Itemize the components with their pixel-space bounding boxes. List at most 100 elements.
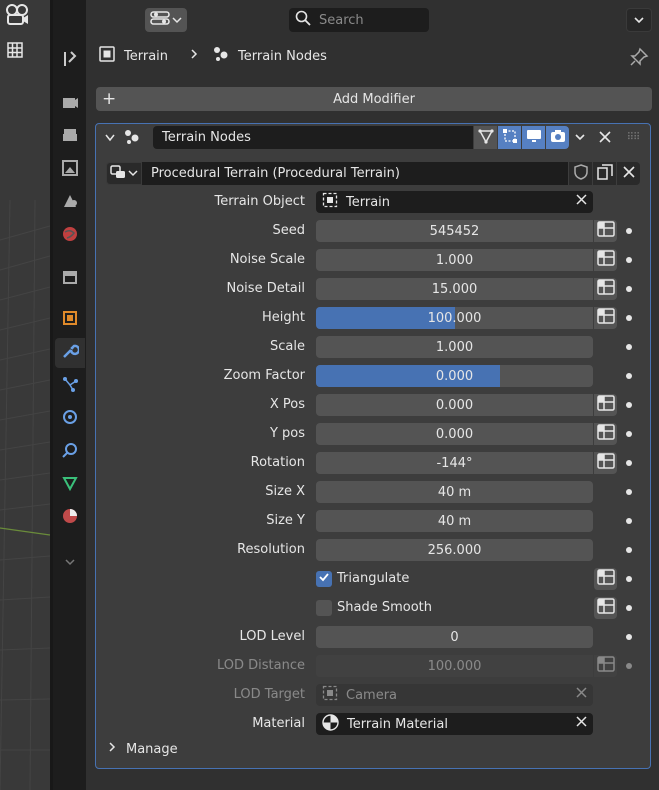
triangulate-label[interactable]: Triangulate [337, 568, 409, 590]
row-scale: Scale 1.000 [96, 336, 650, 358]
terrain-object-field[interactable]: Terrain [316, 191, 593, 213]
attribute-toggle-button[interactable] [593, 394, 617, 416]
rotation-field[interactable]: -144° [316, 452, 593, 474]
drag-handle-icon[interactable]: ⠿⠿ [622, 126, 644, 149]
physics-icon [61, 408, 79, 430]
fake-user-button[interactable] [568, 162, 592, 185]
tab-more[interactable] [55, 548, 85, 578]
keyframe-dot[interactable] [626, 431, 632, 437]
plus-icon: + [102, 89, 117, 109]
attribute-toggle-button[interactable] [593, 423, 617, 445]
keyframe-dot[interactable] [626, 402, 632, 408]
spreadsheet-icon [596, 221, 615, 241]
zoom-factor-slider[interactable]: 0.000 [316, 365, 593, 387]
attribute-toggle-button[interactable] [593, 452, 617, 474]
manage-label: Manage [126, 741, 178, 757]
triangulate-checkbox[interactable] [316, 571, 332, 587]
tab-tool[interactable] [55, 46, 85, 76]
y-pos-field[interactable]: 0.000 [316, 423, 593, 445]
attribute-toggle-button[interactable] [593, 220, 617, 242]
clear-icon[interactable] [576, 715, 587, 731]
row-noise-scale: Noise Scale 1.000 [96, 249, 650, 271]
attribute-toggle-button[interactable] [593, 307, 617, 329]
scale-field[interactable]: 1.000 [316, 336, 593, 358]
keyframe-dot[interactable] [626, 518, 632, 524]
attribute-toggle-button[interactable] [593, 249, 617, 271]
tab-world[interactable] [55, 221, 85, 251]
tab-modifiers[interactable] [55, 338, 85, 368]
keyframe-dot[interactable] [626, 286, 632, 292]
modifier-name-field[interactable]: Terrain Nodes [153, 126, 473, 149]
camera-view-icon[interactable] [4, 2, 38, 34]
pin-icon[interactable] [629, 47, 649, 71]
attribute-toggle-button[interactable] [593, 278, 617, 300]
keyframe-dot[interactable] [626, 257, 632, 263]
x-pos-field[interactable]: 0.000 [316, 394, 593, 416]
chevron-down-icon [574, 130, 586, 145]
viewport-toggle[interactable] [521, 126, 545, 149]
node-group-name-field[interactable]: Procedural Terrain (Procedural Terrain) [142, 162, 568, 185]
lod-level-field[interactable]: 0 [316, 626, 593, 648]
seed-field[interactable]: 545452 [316, 220, 593, 242]
monitor-icon [526, 128, 542, 148]
edit-mode-cage-toggle[interactable] [473, 126, 497, 149]
options-dropdown[interactable] [626, 8, 652, 32]
attribute-toggle-button[interactable] [593, 568, 617, 590]
keyframe-dot[interactable] [626, 460, 632, 466]
editor-type-selector[interactable] [145, 8, 187, 32]
resolution-field[interactable]: 256.000 [316, 539, 593, 561]
material-field[interactable]: Terrain Material [316, 713, 593, 735]
size-y-field[interactable]: 40 m [316, 510, 593, 532]
shade-smooth-label[interactable]: Shade Smooth [337, 597, 432, 619]
clear-icon[interactable] [576, 193, 587, 209]
tab-output[interactable] [55, 122, 85, 152]
tab-particles[interactable] [55, 371, 85, 401]
tab-render[interactable] [55, 89, 85, 119]
size-x-field[interactable]: 40 m [316, 481, 593, 503]
viewport-strip[interactable] [0, 0, 50, 790]
keyframe-dot[interactable] [626, 634, 632, 640]
collection-icon [61, 268, 79, 290]
duplicate-button[interactable] [592, 162, 616, 185]
tab-scene[interactable] [55, 188, 85, 218]
copy-icon [596, 163, 613, 184]
keyframe-dot[interactable] [626, 373, 632, 379]
grid-toggle-icon[interactable] [4, 39, 38, 71]
spreadsheet-icon [596, 424, 615, 444]
size-x-label: Size X [265, 484, 305, 499]
tab-view-layer[interactable] [55, 155, 85, 185]
tab-data[interactable] [55, 470, 85, 500]
search-icon [295, 10, 311, 30]
node-group-selector: Procedural Terrain (Procedural Terrain) [106, 162, 642, 185]
search-input[interactable] [319, 12, 419, 28]
tab-collection[interactable] [55, 264, 85, 294]
keyframe-dot[interactable] [626, 547, 632, 553]
row-resolution: Resolution 256.000 [96, 539, 650, 561]
noise-detail-field[interactable]: 15.000 [316, 278, 593, 300]
keyframe-dot[interactable] [626, 576, 632, 582]
remove-modifier-button[interactable] [594, 126, 616, 149]
noise-scale-field[interactable]: 1.000 [316, 249, 593, 271]
edit-mode-toggle[interactable] [497, 126, 521, 149]
tab-physics[interactable] [55, 404, 85, 434]
keyframe-dot[interactable] [626, 489, 632, 495]
keyframe-dot[interactable] [626, 228, 632, 234]
height-slider[interactable]: 100.000 [316, 307, 593, 329]
keyframe-dot[interactable] [626, 605, 632, 611]
tab-object[interactable] [55, 305, 85, 335]
search-field[interactable] [289, 8, 429, 32]
render-toggle[interactable] [545, 126, 569, 149]
tab-material[interactable] [55, 503, 85, 533]
collapse-chevron-icon[interactable] [104, 132, 116, 147]
node-group-browse[interactable] [106, 162, 142, 185]
keyframe-dot[interactable] [626, 344, 632, 350]
noise-detail-value: 15.000 [431, 281, 478, 297]
attribute-toggle-button[interactable] [593, 597, 617, 619]
modifier-menu-dropdown[interactable] [569, 126, 591, 149]
unlink-button[interactable] [616, 162, 640, 185]
shade-smooth-checkbox[interactable] [316, 600, 332, 616]
tab-constraints[interactable] [55, 437, 85, 467]
add-modifier-button[interactable]: + Add Modifier [96, 87, 652, 111]
manage-subpanel-toggle[interactable]: Manage [108, 741, 178, 757]
keyframe-dot[interactable] [626, 315, 632, 321]
